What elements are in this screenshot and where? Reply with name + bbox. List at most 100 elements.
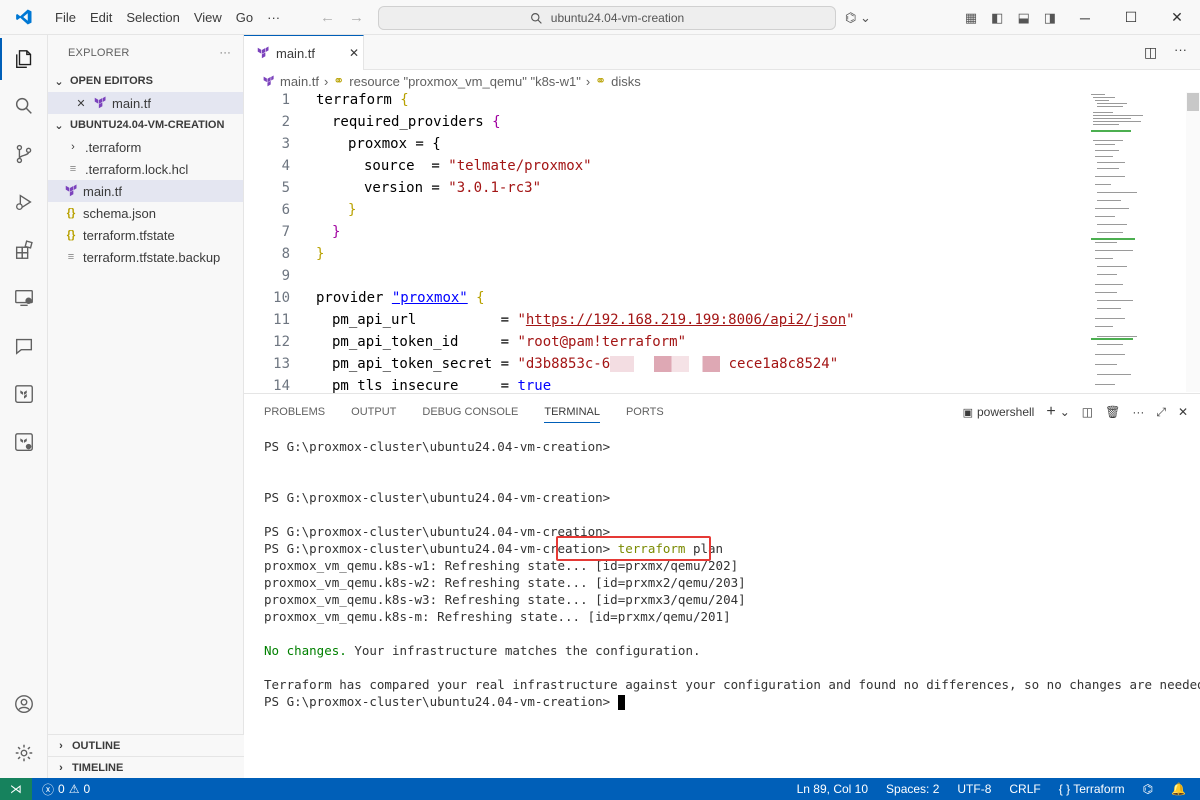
layout-customize-icon[interactable]: ▦ [965, 10, 977, 26]
tab-main-tf[interactable]: main.tf ✕ [244, 35, 364, 70]
menu-more[interactable]: ··· [260, 0, 287, 35]
forward-arrow-icon[interactable]: → [349, 9, 364, 26]
extensions-icon[interactable] [0, 229, 48, 271]
line-number: 10 [273, 290, 290, 306]
outline-section[interactable]: › OUTLINE [48, 734, 244, 756]
tab-problems[interactable]: PROBLEMS [264, 406, 325, 418]
toggle-secondary-sidebar-icon[interactable]: ◨ [1044, 10, 1056, 26]
line-number: 9 [281, 268, 290, 284]
code-token: pm_tls_insecure = [332, 378, 518, 393]
copilot-icon[interactable]: ⌬ ⌄ [845, 10, 871, 26]
split-editor-icon[interactable]: ◫ [1144, 44, 1157, 61]
menu-file[interactable]: File [48, 0, 83, 35]
close-button[interactable]: ✕ [1154, 0, 1200, 35]
code-editor[interactable]: 1 2 3 4 5 6 7 8 9 10 11 12 13 14 terrafo… [244, 92, 1089, 393]
chevron-right-icon: › [59, 739, 63, 752]
file-item-main-tf[interactable]: main.tf [48, 180, 243, 202]
terminal-line: PS G:\proxmox-cluster\ubuntu24.04-vm-cre… [264, 490, 611, 505]
close-icon[interactable]: ✕ [349, 46, 359, 60]
close-icon[interactable]: ✕ [74, 97, 88, 110]
search-icon[interactable] [0, 85, 48, 127]
more-actions-icon[interactable]: ··· [1132, 405, 1144, 419]
code-string: "root@pam!terraform" [517, 334, 687, 350]
minimap[interactable] [1089, 92, 1186, 392]
timeline-section[interactable]: › TIMELINE [48, 756, 244, 778]
folder-section[interactable]: ⌄ UBUNTU24.04-VM-CREATION [48, 114, 243, 136]
highlight-box [556, 536, 711, 561]
tab-output[interactable]: OUTPUT [351, 406, 396, 418]
account-icon[interactable] [0, 683, 48, 725]
language-mode[interactable]: { } Terraform [1059, 782, 1125, 796]
maximize-button[interactable]: ☐ [1108, 0, 1154, 35]
cursor-position[interactable]: Ln 89, Col 10 [797, 782, 868, 796]
remote-explorer-icon[interactable] [0, 277, 48, 319]
menu-go[interactable]: Go [229, 0, 260, 35]
tab-ports[interactable]: PORTS [626, 406, 664, 418]
toggle-sidebar-icon[interactable]: ◧ [991, 10, 1003, 26]
terminal-line: proxmox_vm_qemu.k8s-w3: Refreshing state… [264, 592, 746, 607]
warning-count: 0 [83, 782, 91, 796]
tab-debug-console[interactable]: DEBUG CONSOLE [422, 406, 518, 418]
minimize-button[interactable]: ─ [1062, 0, 1108, 35]
breadcrumb-resource[interactable]: resource "proxmox_vm_qemu" "k8s-w1" [349, 74, 581, 89]
command-center-search[interactable]: ubuntu24.04-vm-creation [378, 6, 836, 30]
explorer-icon[interactable] [0, 38, 48, 80]
explorer-more-icon[interactable]: ··· [219, 47, 231, 59]
close-panel-icon[interactable]: ✕ [1178, 405, 1188, 419]
file-item-schema[interactable]: {} schema.json [48, 202, 243, 224]
terminal-line: proxmox_vm_qemu.k8s-w2: Refreshing state… [264, 575, 746, 590]
api-url-link[interactable]: https://192.168.219.199:8006/api2/json [526, 312, 846, 328]
chat-icon[interactable] [0, 325, 48, 367]
lines-file-icon: ≡ [69, 163, 77, 175]
indentation[interactable]: Spaces: 2 [886, 782, 939, 796]
toggle-panel-icon[interactable]: ⬓ [1017, 10, 1029, 26]
terminal-shell-name[interactable]: powershell [977, 405, 1034, 419]
breadcrumb-file[interactable]: main.tf [280, 74, 319, 89]
maximize-panel-icon[interactable]: ⤢ [1156, 405, 1166, 420]
terraform-icon[interactable] [0, 373, 48, 415]
menu-view[interactable]: View [187, 0, 229, 35]
file-label: terraform.tfstate.backup [83, 249, 221, 265]
menu-edit[interactable]: Edit [83, 0, 119, 35]
open-editor-item[interactable]: ✕ main.tf [48, 92, 243, 114]
encoding[interactable]: UTF-8 [957, 782, 991, 796]
menu-selection[interactable]: Selection [119, 0, 186, 35]
back-arrow-icon[interactable]: ← [320, 9, 335, 26]
breadcrumb-disks[interactable]: disks [611, 74, 641, 89]
line-ending[interactable]: CRLF [1009, 782, 1040, 796]
chevron-right-icon: › [71, 141, 75, 153]
trash-icon[interactable]: 🗑 [1105, 405, 1120, 419]
code-line: } [332, 224, 341, 240]
terminal-line: Terraform has compared your real infrast… [264, 677, 1200, 692]
file-label: .terraform [85, 139, 142, 155]
code-string: "https://192.168.219.199:8006/api2/json" [517, 312, 855, 328]
problems-indicator[interactable]: ⓧ 0 ⚠ 0 [42, 781, 90, 798]
lines-file-icon: ≡ [67, 251, 75, 263]
file-item-terraform-dir[interactable]: › .terraform [48, 136, 243, 158]
line-number: 7 [281, 224, 290, 240]
chevron-down-icon[interactable]: ⌄ [1060, 405, 1070, 419]
code-line: terraform { [316, 92, 409, 108]
source-control-icon[interactable] [0, 133, 48, 175]
file-item-tfstate[interactable]: {} terraform.tfstate [48, 224, 243, 246]
split-terminal-icon[interactable]: ◫ [1082, 405, 1093, 419]
settings-gear-icon[interactable] [0, 732, 48, 774]
new-terminal-icon[interactable]: + [1046, 403, 1055, 421]
editor-scrollbar-thumb[interactable] [1187, 93, 1199, 111]
run-debug-icon[interactable] [0, 181, 48, 223]
terraform-cloud-icon[interactable] [0, 421, 48, 463]
terminal-success: No changes. [264, 643, 347, 658]
more-actions-icon[interactable]: ··· [1174, 42, 1187, 57]
outline-label: OUTLINE [72, 739, 121, 752]
file-item-lock[interactable]: ≡ .terraform.lock.hcl [48, 158, 243, 180]
tab-terminal[interactable]: TERMINAL [544, 406, 600, 423]
code-line: required_providers { [332, 114, 501, 130]
file-item-tfstate-backup[interactable]: ≡ terraform.tfstate.backup [48, 246, 243, 268]
terminal-panel: PROBLEMS OUTPUT DEBUG CONSOLE TERMINAL P… [244, 393, 1200, 778]
notifications-bell-icon[interactable]: 🔔 [1171, 782, 1186, 796]
remote-indicator-icon[interactable]: ⋊ [0, 778, 32, 800]
editor-scrollbar[interactable] [1186, 92, 1200, 392]
copilot-status-icon[interactable]: ⌬ [1143, 782, 1153, 796]
line-number: 14 [273, 378, 290, 393]
open-editors-section[interactable]: ⌄ OPEN EDITORS [48, 70, 243, 92]
